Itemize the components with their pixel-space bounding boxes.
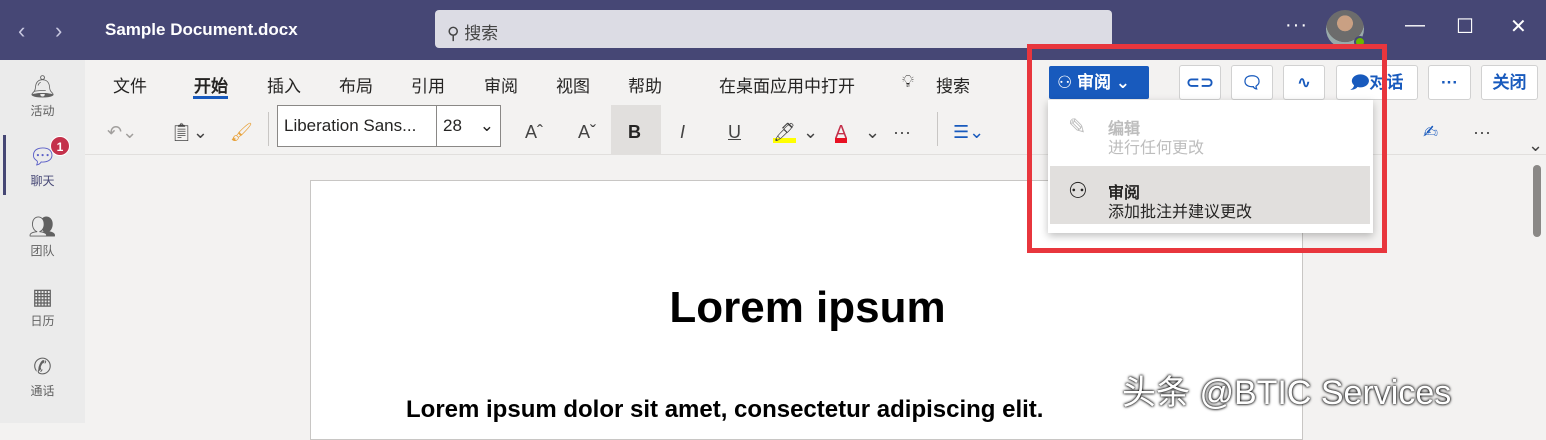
tab-help[interactable]: 帮助 bbox=[628, 72, 662, 97]
more-actions-button[interactable]: ··· bbox=[1428, 65, 1471, 100]
rail-label: 通话 bbox=[30, 384, 55, 398]
search-placeholder: 搜索 bbox=[464, 24, 499, 43]
rail-item-chat[interactable]: 💬︎ 聊天 bbox=[0, 144, 85, 189]
bullets-button[interactable]: ☰⌄ bbox=[953, 115, 984, 149]
tab-view[interactable]: 视图 bbox=[556, 72, 590, 97]
undo-button[interactable]: ↶⌄ bbox=[107, 115, 137, 149]
shrink-font-button[interactable]: Aˇ bbox=[578, 115, 596, 149]
editor-icon[interactable]: ✍︎ bbox=[1423, 115, 1438, 149]
tab-file[interactable]: 文件 bbox=[113, 72, 147, 97]
divider bbox=[937, 112, 938, 146]
font-size-value: 28 bbox=[443, 116, 462, 135]
rail-label: 活动 bbox=[30, 104, 55, 118]
document-title: Sample Document.docx bbox=[105, 20, 298, 39]
document-heading: Lorem ipsum bbox=[669, 283, 946, 332]
teams-icon: 👥︎ bbox=[28, 214, 57, 239]
more-formatting-button[interactable]: ··· bbox=[893, 115, 911, 149]
tab-review[interactable]: 审阅 bbox=[484, 72, 518, 97]
bold-button[interactable]: B bbox=[628, 115, 641, 149]
app-rail: 🔔︎ 活动 💬︎ 聊天 👥︎ 团队 ▦ 日历 ✆ 通话 bbox=[0, 60, 85, 423]
rail-item-calls[interactable]: ✆ 通话 bbox=[0, 354, 85, 399]
active-tab-underline bbox=[193, 96, 228, 99]
rail-label: 团队 bbox=[30, 244, 55, 258]
search-input[interactable]: ⚲ 搜索 bbox=[435, 10, 1112, 48]
vertical-scrollbar[interactable] bbox=[1533, 165, 1541, 237]
close-window-button[interactable]: ✕ bbox=[1510, 14, 1527, 39]
paste-button[interactable]: 📋︎⌄ bbox=[170, 115, 208, 149]
italic-button[interactable]: I bbox=[680, 115, 685, 149]
rail-item-activity[interactable]: 🔔︎ 活动 bbox=[0, 74, 85, 119]
unread-badge: 1 bbox=[50, 136, 70, 156]
underline-button[interactable]: U bbox=[728, 115, 741, 149]
tab-layout[interactable]: 布局 bbox=[339, 72, 373, 97]
highlight-color-button[interactable]: 🖊︎ bbox=[773, 115, 796, 143]
bell-icon: 🔔︎ bbox=[28, 74, 57, 99]
rail-label: 聊天 bbox=[30, 174, 55, 188]
calendar-icon: ▦ bbox=[32, 284, 53, 309]
font-color-button[interactable]: A bbox=[835, 115, 848, 143]
tab-home[interactable]: 开始 bbox=[194, 72, 228, 97]
watermark: 头条 @BTIC Services bbox=[1122, 374, 1452, 412]
active-indicator bbox=[3, 135, 6, 195]
open-in-desktop-link[interactable]: 在桌面应用中打开 bbox=[719, 72, 855, 97]
font-size-select[interactable]: 28 ⌄ bbox=[436, 105, 501, 147]
chat-icon: 💬︎ bbox=[28, 144, 57, 169]
divider bbox=[268, 112, 269, 146]
tab-references[interactable]: 引用 bbox=[411, 72, 445, 97]
back-button[interactable]: ‹ bbox=[18, 18, 25, 44]
tab-insert[interactable]: 插入 bbox=[267, 72, 301, 97]
rail-item-teams[interactable]: 👥︎ 团队 bbox=[0, 214, 85, 259]
tell-me-search[interactable]: 搜索 bbox=[936, 72, 970, 97]
rail-item-calendar[interactable]: ▦ 日历 bbox=[0, 284, 85, 329]
format-painter-icon[interactable]: 🖌︎ bbox=[230, 115, 253, 149]
font-name-select[interactable]: Liberation Sans... bbox=[277, 105, 437, 147]
chevron-down-icon[interactable]: ⌄ bbox=[865, 115, 880, 149]
close-document-button[interactable]: 关闭 bbox=[1481, 65, 1538, 100]
annotation-highlight-box bbox=[1027, 44, 1387, 253]
chevron-down-icon: ⌄ bbox=[479, 116, 494, 135]
search-icon: ⚲ bbox=[447, 24, 465, 43]
more-options-button[interactable]: ··· bbox=[1285, 14, 1308, 37]
more-ribbon-button[interactable]: ··· bbox=[1473, 115, 1491, 149]
forward-button[interactable]: › bbox=[55, 18, 62, 44]
phone-icon: ✆ bbox=[33, 354, 52, 379]
font-name-value: Liberation Sans... bbox=[284, 116, 417, 135]
lightbulb-icon: 💡︎ bbox=[902, 72, 914, 91]
rail-label: 日历 bbox=[30, 314, 55, 328]
chevron-down-icon[interactable]: ⌄ bbox=[803, 115, 818, 149]
maximize-button[interactable]: ☐ bbox=[1456, 14, 1474, 39]
grow-font-button[interactable]: Aˆ bbox=[525, 115, 543, 149]
document-subheading: Lorem ipsum dolor sit amet, consectetur … bbox=[406, 396, 1044, 423]
minimize-button[interactable]: — bbox=[1405, 14, 1425, 37]
